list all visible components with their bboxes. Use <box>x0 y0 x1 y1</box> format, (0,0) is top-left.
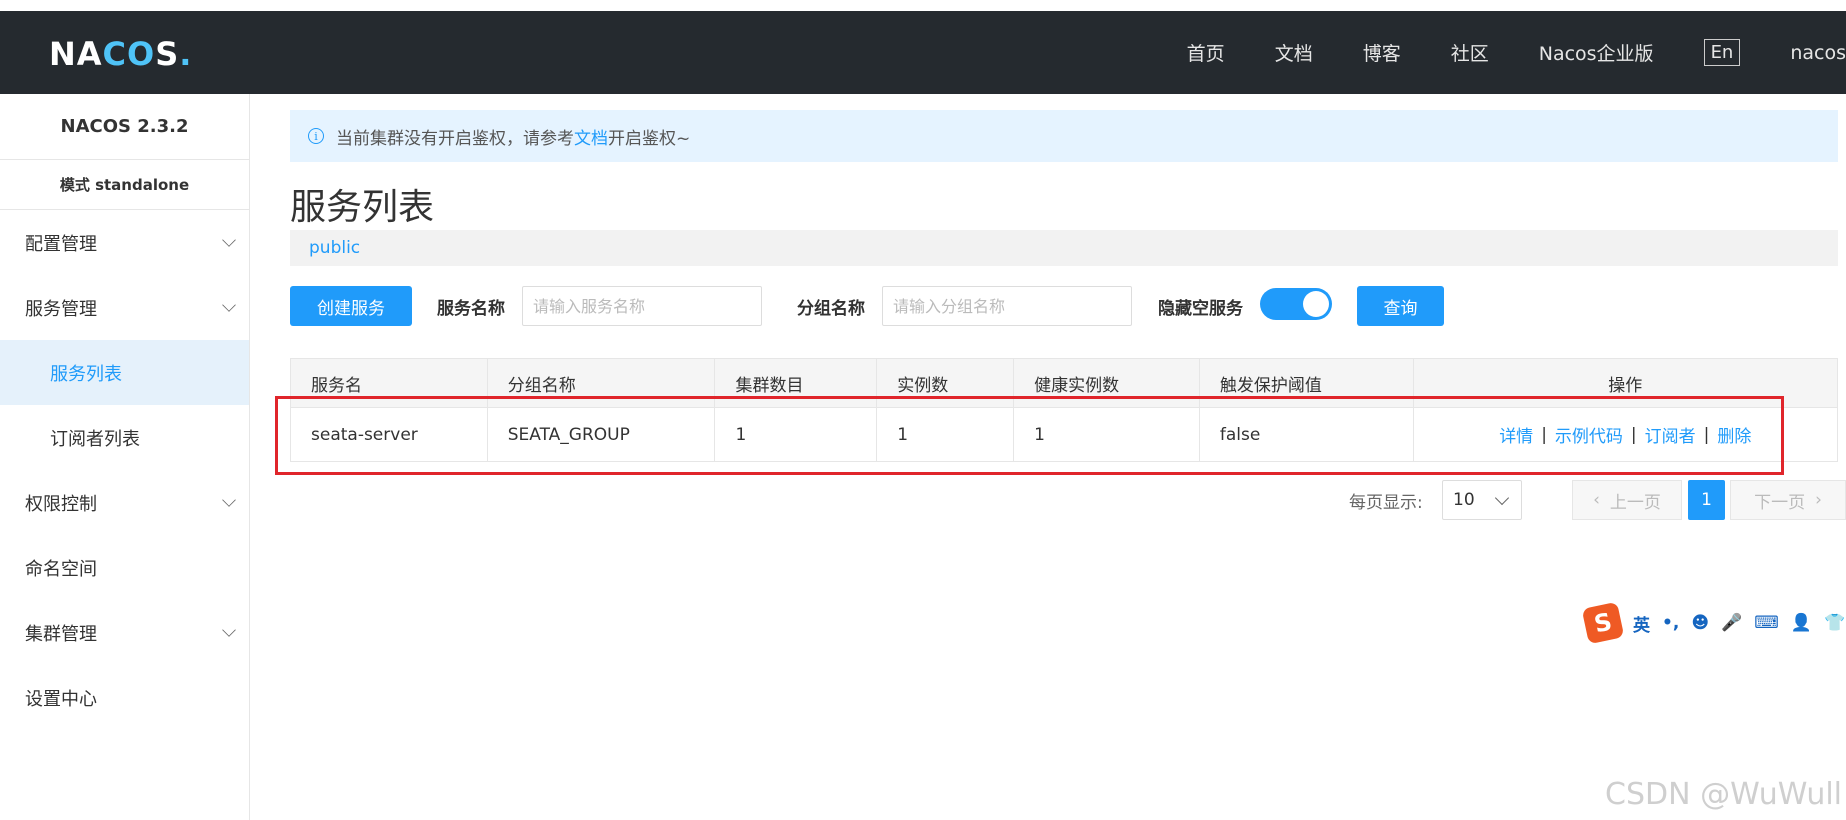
mode-label: 模式 standalone <box>0 160 249 210</box>
top-nav: 首页 文档 博客 社区 Nacos企业版 En nacos <box>1187 11 1846 94</box>
sidebar-item-namespace[interactable]: 命名空间 <box>0 535 249 600</box>
per-page-value: 10 <box>1453 490 1475 510</box>
sidebar-item-cluster[interactable]: 集群管理 <box>0 600 249 665</box>
group-name-label: 分组名称 <box>797 298 865 319</box>
sidebar-item-label: 服务列表 <box>50 363 122 385</box>
ime-language[interactable]: 英 <box>1633 611 1650 636</box>
notice-doc-link[interactable]: 文档 <box>574 124 608 149</box>
current-page-button[interactable]: 1 <box>1688 480 1725 520</box>
sidebar-item-label: 权限控制 <box>25 493 97 515</box>
ime-toolbar: S 英 •, ☻ 🎤 ⌨ 👤 👕 <box>1581 601 1846 645</box>
chevron-down-icon <box>1494 490 1510 506</box>
auth-notice: i 当前集群没有开启鉴权，请参考 文档 开启鉴权~ <box>290 110 1838 162</box>
sidebar-item-label: 设置中心 <box>25 688 97 710</box>
notice-text: 当前集群没有开启鉴权，请参考 <box>336 128 574 149</box>
sidebar-item-service-management[interactable]: 服务管理 <box>0 275 249 340</box>
sidebar-item-permissions[interactable]: 权限控制 <box>0 470 249 535</box>
sidebar-item-service-list[interactable]: 服务列表 <box>0 340 249 405</box>
sidebar-item-label: 命名空间 <box>25 558 97 580</box>
nav-community[interactable]: 社区 <box>1451 39 1489 66</box>
sogou-logo-icon[interactable]: S <box>1581 601 1625 645</box>
nav-docs[interactable]: 文档 <box>1275 39 1313 66</box>
nav-enterprise[interactable]: Nacos企业版 <box>1539 39 1654 66</box>
nacos-logo[interactable]: NACOS. <box>49 35 192 73</box>
namespace-label[interactable]: public <box>309 238 360 258</box>
service-name-label: 服务名称 <box>437 298 505 319</box>
chevron-down-icon <box>222 298 236 312</box>
chevron-right-icon: › <box>1815 490 1822 510</box>
sidebar-item-settings[interactable]: 设置中心 <box>0 665 249 730</box>
hide-empty-toggle[interactable] <box>1260 288 1332 320</box>
chevron-down-icon <box>222 233 236 247</box>
skin-icon[interactable]: 👕 <box>1824 613 1845 633</box>
namespace-tab[interactable]: public <box>290 230 1838 266</box>
info-icon: i <box>308 128 324 144</box>
sidebar-item-label: 订阅者列表 <box>50 428 140 450</box>
punctuation-icon[interactable]: •, <box>1662 613 1679 633</box>
watermark: CSDN @WuWull <box>1605 777 1842 812</box>
toggle-knob <box>1303 291 1329 317</box>
microphone-icon[interactable]: 🎤 <box>1721 613 1742 633</box>
sidebar-item-label: 服务管理 <box>25 298 97 320</box>
filter-toolbar: 创建服务 服务名称 分组名称 隐藏空服务 查询 <box>290 286 1846 326</box>
top-navbar: NACOS. 首页 文档 博客 社区 Nacos企业版 En nacos <box>0 11 1846 94</box>
emoji-icon[interactable]: ☻ <box>1691 613 1709 633</box>
keyboard-icon[interactable]: ⌨ <box>1754 613 1779 633</box>
next-page-label: 下一页 <box>1754 492 1806 513</box>
sidebar-item-config[interactable]: 配置管理 <box>0 210 249 275</box>
sidebar-item-label: 集群管理 <box>25 623 97 645</box>
prev-page-button[interactable]: ‹ 上一页 <box>1572 480 1682 520</box>
create-service-button[interactable]: 创建服务 <box>290 286 412 326</box>
user-icon[interactable]: 👤 <box>1791 613 1812 633</box>
page-title: 服务列表 <box>290 187 435 228</box>
chevron-down-icon <box>222 493 236 507</box>
chevron-down-icon <box>222 623 236 637</box>
notice-text-end: 开启鉴权~ <box>608 128 691 149</box>
sidebar: NACOS 2.3.2 模式 standalone 配置管理 服务管理 服务列表… <box>0 94 250 820</box>
per-page-label: 每页显示: <box>1349 492 1423 513</box>
sidebar-item-subscribers[interactable]: 订阅者列表 <box>0 405 249 470</box>
sidebar-item-label: 配置管理 <box>25 233 97 255</box>
chevron-left-icon: ‹ <box>1593 490 1600 510</box>
version-label: NACOS 2.3.2 <box>0 94 249 160</box>
hide-empty-label: 隐藏空服务 <box>1158 298 1243 319</box>
per-page-select[interactable]: 10 <box>1442 480 1522 520</box>
user-menu[interactable]: nacos <box>1790 42 1846 64</box>
nav-blog[interactable]: 博客 <box>1363 39 1401 66</box>
prev-page-label: 上一页 <box>1609 492 1661 513</box>
nav-home[interactable]: 首页 <box>1187 39 1225 66</box>
group-name-input[interactable] <box>882 286 1132 326</box>
service-name-input[interactable] <box>522 286 762 326</box>
next-page-button[interactable]: 下一页 › <box>1730 480 1846 520</box>
query-button[interactable]: 查询 <box>1357 286 1444 326</box>
highlight-box <box>275 396 1784 475</box>
language-switch[interactable]: En <box>1703 39 1741 66</box>
